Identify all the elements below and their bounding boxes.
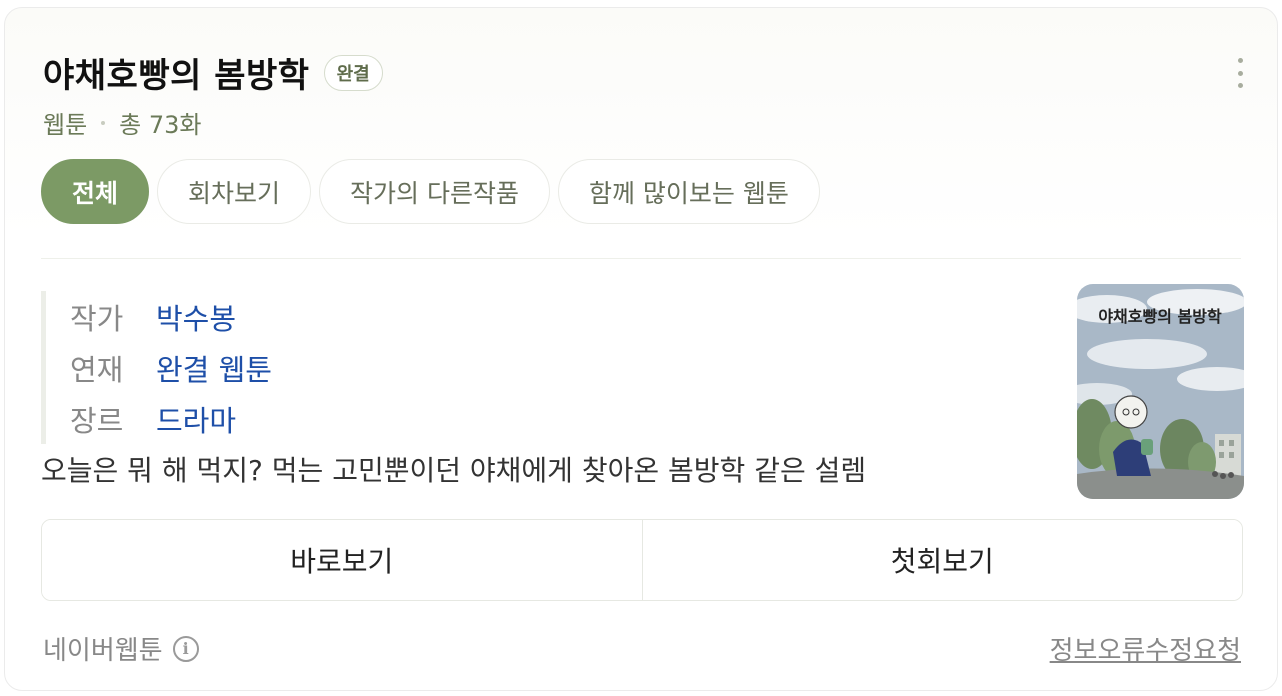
more-vertical-icon[interactable] [1233,58,1247,88]
divider [41,258,1241,259]
status-badge: 완결 [323,54,383,91]
thumbnail-title: 야채호빵의 봄방학 [1098,307,1222,326]
info-key: 장르 [70,403,124,438]
author-link[interactable]: 박수봉 [156,296,236,338]
genre-link[interactable]: 드라마 [156,398,236,440]
title-row: 야채호빵의 봄방학 완결 [43,48,383,97]
tab-related-webtoons[interactable]: 함께 많이보는 웹툰 [557,159,820,224]
thumbnail-image[interactable]: 야채호빵의 봄방학 [1077,284,1244,499]
source-label: 네이버웹툰 [43,636,163,666]
separator-dot [101,120,106,125]
info-row-author: 작가 박수봉 [70,291,272,342]
tab-author-works[interactable]: 작가의 다른작품 [319,159,550,224]
episode-count: 총 73화 [119,111,202,139]
info-row-serial: 연재 완결 웹툰 [70,342,272,393]
source-info: 네이버웹툰 i [43,630,199,667]
info-list: 작가 박수봉 연재 완결 웹툰 장르 드라마 [41,291,272,444]
thumbnail-illustration: 야채호빵의 봄방학 [1077,284,1244,499]
info-key: 작가 [70,301,124,336]
action-buttons: 바로보기 첫회보기 [41,519,1243,601]
info-row-genre: 장르 드라마 [70,393,272,444]
tab-all[interactable]: 전체 [41,159,150,224]
webtoon-card: 야채호빵의 봄방학 완결 웹툰 총 73화 전체 회차보기 작가의 다른작품 함… [4,7,1278,691]
read-now-button[interactable]: 바로보기 [42,520,642,600]
serial-status-link[interactable]: 완결 웹툰 [156,347,272,389]
tab-bar: 전체 회차보기 작가의 다른작품 함께 많이보는 웹툰 [41,159,828,224]
tab-episodes[interactable]: 회차보기 [157,159,312,224]
description: 오늘은 뭐 해 먹지? 먹는 고민뿐이던 야채에게 찾아온 봄방학 같은 설렘 [41,454,867,487]
category-label: 웹툰 [43,111,88,139]
report-error-link[interactable]: 정보오류수정요청 [1050,630,1241,667]
info-icon[interactable]: i [172,635,199,662]
subtitle: 웹툰 총 73화 [43,105,202,140]
first-episode-button[interactable]: 첫회보기 [641,520,1242,600]
page-title[interactable]: 야채호빵의 봄방학 [43,48,310,97]
info-key: 연재 [70,352,124,387]
